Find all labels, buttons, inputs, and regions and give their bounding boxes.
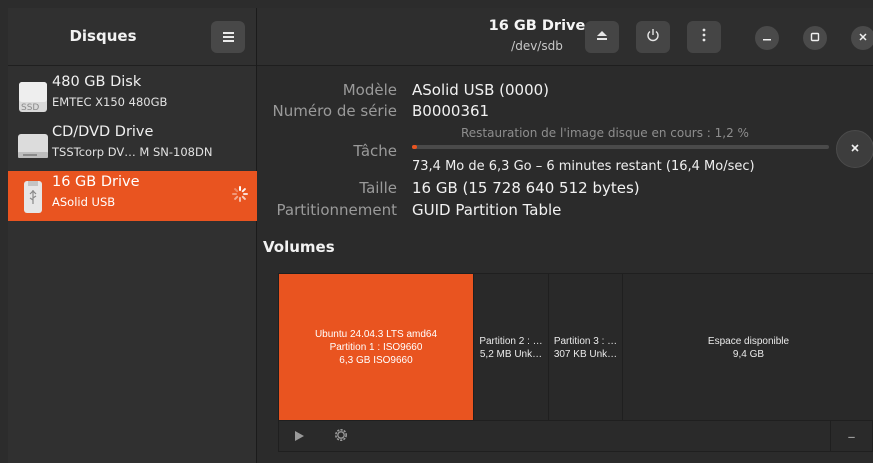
drive-model: ASolid USB	[52, 195, 116, 209]
play-icon	[293, 427, 305, 446]
usb-drive-icon	[15, 179, 51, 215]
delete-partition-button[interactable]: –	[830, 421, 872, 452]
volume-label: Espace disponible	[707, 335, 790, 347]
power-icon	[646, 28, 660, 46]
volume-partition-3[interactable]: Partition 3 : … 307 KB Unk…	[549, 274, 623, 421]
size-label: Taille	[359, 179, 397, 197]
minimize-button[interactable]	[755, 26, 779, 50]
model-value: ASolid USB (0000)	[412, 81, 550, 99]
volume-map: Ubuntu 24.04.3 LTS amd64 Partition 1 : I…	[278, 273, 873, 421]
minimize-icon	[762, 31, 772, 45]
drive-item-cd-dvd[interactable]: CD/DVD Drive TSSTcorp DV… M SN-108DN	[8, 121, 257, 171]
volume-partition-name: Partition 2 : …	[479, 335, 543, 347]
volume-size: 5,2 MB Unk…	[479, 348, 543, 360]
eject-icon	[596, 29, 608, 45]
minus-icon: –	[847, 427, 856, 446]
partitioning-value: GUID Partition Table	[412, 201, 562, 219]
volume-toolbar: –	[278, 420, 873, 452]
volume-partition-name: Partition 1 : ISO9660	[329, 342, 423, 353]
drive-model: EMTEC X150 480GB	[52, 95, 168, 109]
volume-size: 9,4 GB	[732, 348, 765, 360]
volume-partition-1[interactable]: Ubuntu 24.04.3 LTS amd64 Partition 1 : I…	[279, 274, 474, 421]
maximize-icon	[810, 31, 820, 45]
volume-label: Ubuntu 24.04.3 LTS amd64	[314, 329, 438, 340]
serial-value: B0000361	[412, 102, 490, 120]
serial-label: Numéro de série	[272, 102, 397, 120]
maximize-button[interactable]	[803, 26, 827, 50]
task-progress-fill	[412, 145, 417, 149]
drive-model: TSSTcorp DV… M SN-108DN	[52, 145, 213, 159]
volumes-heading: Volumes	[263, 238, 335, 256]
volume-free-space[interactable]: Espace disponible 9,4 GB	[623, 274, 873, 421]
hamburger-menu-icon[interactable]	[211, 21, 245, 53]
task-progress-detail: 73,4 Mo de 6,3 Go – 6 minutes restant (1…	[412, 159, 755, 174]
drive-item-480gb[interactable]: SSD 480 GB Disk EMTEC X150 480GB	[8, 71, 257, 121]
more-options-icon	[702, 28, 706, 46]
mount-button[interactable]	[283, 421, 315, 452]
optical-drive-icon	[15, 129, 51, 165]
drive-options-button[interactable]	[687, 21, 721, 53]
task-progress-bar	[412, 145, 829, 149]
main-pane: 16 GB Drive /dev/sdb Modèle ASolid USB (…	[257, 8, 873, 463]
busy-spinner-icon	[231, 185, 249, 203]
volume-size: 6,3 GB ISO9660	[339, 355, 413, 366]
header-bar: 16 GB Drive /dev/sdb	[257, 8, 873, 66]
model-label: Modèle	[342, 81, 397, 99]
partitioning-label: Partitionnement	[276, 201, 397, 219]
disks-window: Disques SSD 480 GB Disk EMTEC X150 480GB	[0, 0, 873, 463]
close-icon	[850, 141, 860, 157]
volume-partition-name: Partition 3 : …	[553, 335, 618, 347]
volume-size: 307 KB Unk…	[553, 348, 618, 360]
drive-name: 16 GB Drive	[52, 174, 140, 190]
cancel-job-button[interactable]	[836, 130, 873, 168]
drive-name: 480 GB Disk	[52, 74, 142, 90]
partition-options-button[interactable]	[325, 421, 357, 452]
drive-name: CD/DVD Drive	[52, 124, 154, 140]
ssd-drive-icon: SSD	[15, 79, 51, 115]
volume-partition-2[interactable]: Partition 2 : … 5,2 MB Unk…	[474, 274, 549, 421]
size-value: 16 GB (15 728 640 512 bytes)	[412, 179, 640, 197]
drive-item-16gb[interactable]: 16 GB Drive ASolid USB	[8, 171, 257, 221]
sidebar: Disques SSD 480 GB Disk EMTEC X150 480GB	[8, 8, 257, 463]
task-progress-caption: Restauration de l'image disque en cours …	[461, 126, 749, 140]
eject-button[interactable]	[585, 21, 619, 53]
app-title: Disques	[69, 27, 137, 45]
power-off-button[interactable]	[636, 21, 670, 53]
svg-text:SSD: SSD	[21, 103, 39, 113]
sidebar-header: Disques	[8, 8, 256, 66]
close-icon	[858, 31, 868, 45]
task-label: Tâche	[353, 142, 397, 160]
close-window-button[interactable]	[851, 26, 873, 50]
gear-icon	[333, 427, 349, 447]
